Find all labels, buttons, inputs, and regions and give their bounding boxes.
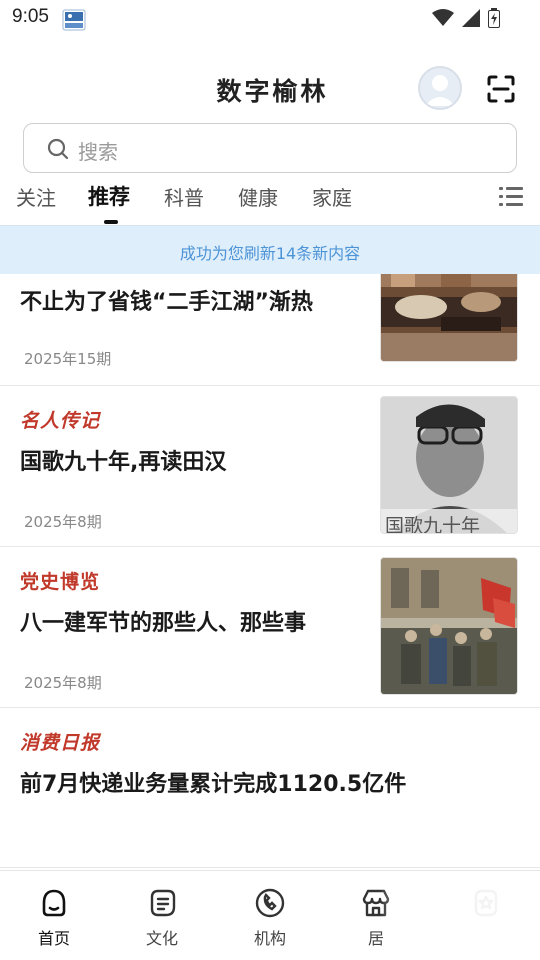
tab-family[interactable]: 家庭 [312,182,352,211]
status-bar: 9:05 [0,0,540,36]
news-date: 2025年8期 [24,513,102,531]
news-date: 2025年15期 [24,350,112,368]
status-time: 9:05 [12,6,49,27]
news-title: 八一建军节的那些人、那些事 [20,611,307,636]
home-icon [38,887,70,919]
nav-culture[interactable]: 文化 [132,887,192,949]
news-title: 前7月快递业务量累计完成1120.5亿件 [20,772,407,797]
tab-health[interactable]: 健康 [238,182,278,211]
category-tabs: 关注 推荐 科普 健康 家庭 [0,178,540,224]
search-placeholder: 搜索 [78,140,118,164]
phone-icon [254,887,286,919]
news-card[interactable]: 党史博览 八一建军节的那些人、那些事 2025年8期 [0,547,540,708]
refresh-notice: 成功为您刷新14条新内容 [0,225,540,274]
news-card[interactable]: 不止为了省钱“二手江湖”渐热 2025年15期 [0,246,540,386]
tab-science[interactable]: 科普 [164,182,204,211]
culture-icon [146,887,178,919]
news-thumbnail [380,557,518,695]
active-tab-indicator [104,220,118,224]
news-card[interactable]: 消费日报 前7月快递业务量累计完成1120.5亿件 [0,708,540,868]
header: 数字榆林 [0,60,540,116]
avatar[interactable] [418,66,462,110]
refresh-notice-text: 成功为您刷新14条新内容 [179,244,361,263]
news-source: 名人传记 [20,410,101,432]
news-title: 不止为了省钱“二手江湖”渐热 [20,290,313,315]
news-date: 2025年8期 [24,674,102,692]
news-thumbnail: 国歌九十年 [380,396,518,534]
scan-icon[interactable] [486,74,516,104]
nav-home[interactable]: 首页 [24,887,84,949]
search-input[interactable]: 搜索 [23,123,517,173]
app-notification-icon [62,9,86,31]
nav-label: 文化 [145,929,178,948]
tab-recommend[interactable]: 推荐 [88,181,130,211]
wifi-icon [432,9,454,31]
tab-follow[interactable]: 关注 [16,182,56,211]
list-menu-icon[interactable] [498,184,524,210]
nav-institution[interactable]: 机构 [240,887,300,949]
news-card[interactable]: 名人传记 国歌九十年,再读田汉 2025年8期 国歌九十年 [0,386,540,547]
blurred-overlay [380,880,540,960]
battery-icon [488,8,500,32]
news-source: 消费日报 [20,732,101,754]
thumbnail-caption: 国歌九十年 [385,515,481,534]
news-source: 党史博览 [20,571,101,593]
nav-label: 首页 [37,929,70,948]
signal-icon [462,9,480,31]
nav-label: 机构 [253,929,286,948]
search-icon [46,137,70,161]
news-title: 国歌九十年,再读田汉 [20,450,227,475]
